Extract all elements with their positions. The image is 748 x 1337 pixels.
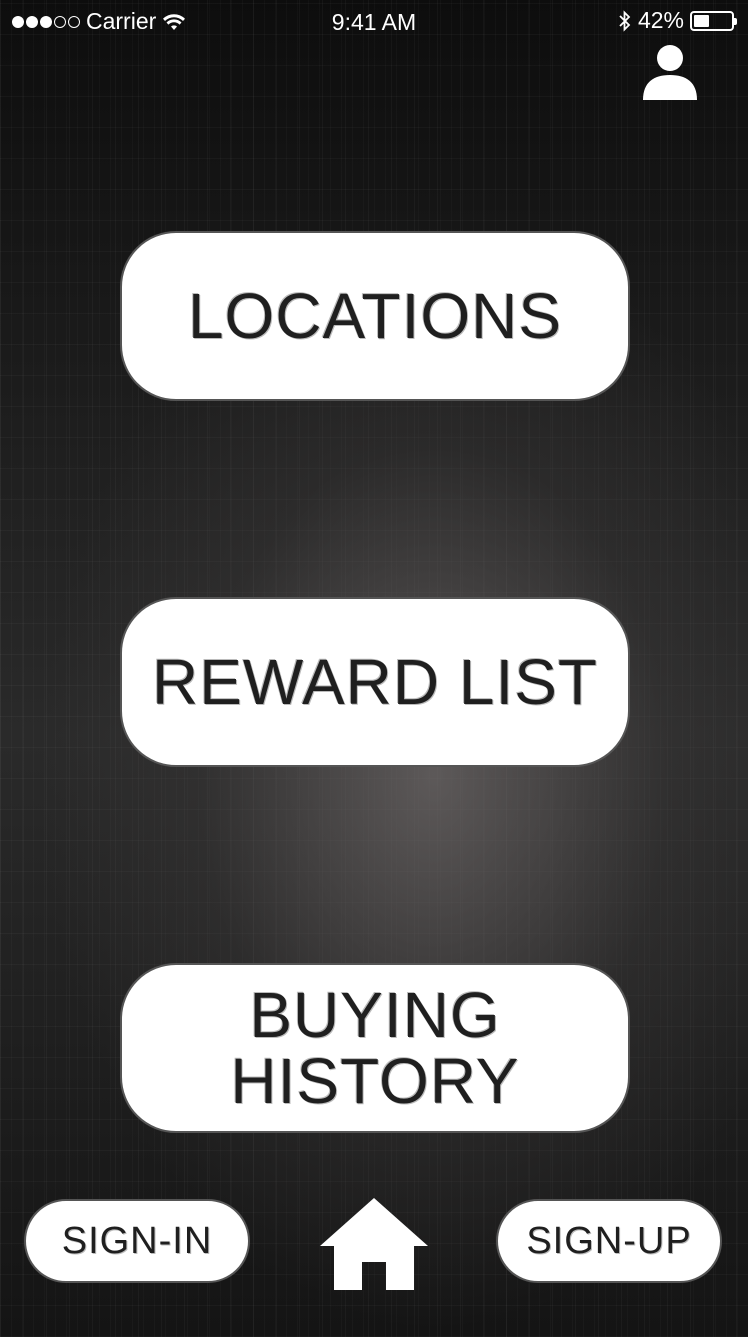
sign-in-button[interactable]: SIGN-IN <box>24 1199 250 1283</box>
battery-icon <box>690 10 737 31</box>
battery-percent: 42% <box>637 7 684 33</box>
locations-label: LOCATIONS <box>187 280 563 352</box>
home-button[interactable] <box>318 1196 430 1292</box>
profile-button[interactable] <box>640 42 700 102</box>
bluetooth-icon <box>619 9 631 32</box>
buying-history-label: BUYING HISTORY <box>230 979 520 1117</box>
reward-list-button[interactable]: REWARD LIST <box>120 597 630 767</box>
status-bar: Carrier 9:41 AM 42% <box>0 0 748 42</box>
home-icon <box>320 1198 428 1290</box>
user-silhouette-icon <box>643 45 697 100</box>
buying-history-button[interactable]: BUYING HISTORY <box>120 963 630 1133</box>
status-right: 42% <box>618 7 737 34</box>
reward-list-label: REWARD LIST <box>152 646 598 718</box>
sign-up-button[interactable]: SIGN-UP <box>496 1199 722 1283</box>
locations-button[interactable]: LOCATIONS <box>120 231 630 401</box>
sign-in-label: SIGN-IN <box>61 1219 213 1262</box>
sign-up-label: SIGN-UP <box>526 1219 692 1262</box>
